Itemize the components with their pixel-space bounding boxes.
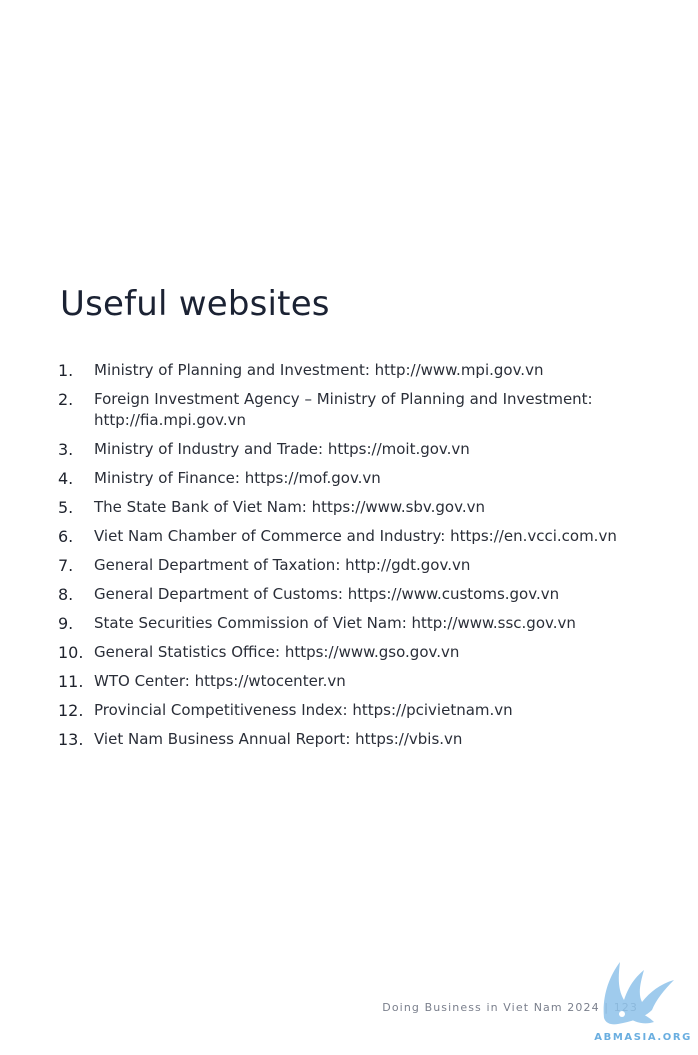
list-item-text: General Statistics Office: https://www.g… [94, 643, 460, 661]
list-item-number: 5. [58, 498, 74, 517]
list-item-number: 8. [58, 585, 74, 604]
list-item-number: 6. [58, 527, 74, 546]
list-item-number: 13. [58, 730, 84, 749]
bird-logo-icon [603, 962, 674, 1025]
watermark-text: ABMASIA.ORG [594, 1032, 692, 1043]
list-item-number: 9. [58, 614, 74, 633]
list-item: 11. WTO Center: https://wtocenter.vn [58, 671, 678, 692]
list-item-text: General Department of Customs: https://w… [94, 585, 560, 603]
list-item-number: 3. [58, 440, 74, 459]
list-item-text: The State Bank of Viet Nam: https://www.… [94, 498, 485, 516]
list-item: 1. Ministry of Planning and Investment: … [58, 360, 678, 381]
list-item: 7. General Department of Taxation: http:… [58, 555, 678, 576]
list-item-text: Ministry of Finance: https://mof.gov.vn [94, 469, 381, 487]
list-item-number: 2. [58, 390, 74, 409]
list-item-number: 12. [58, 701, 84, 720]
list-item: 3. Ministry of Industry and Trade: https… [58, 439, 678, 460]
watermark-logo: ABMASIA.ORG [594, 948, 694, 1043]
list-item-text: Provincial Competitiveness Index: https:… [94, 701, 513, 719]
list-item-text: General Department of Taxation: http://g… [94, 556, 471, 574]
list-item-text: Ministry of Industry and Trade: https://… [94, 440, 470, 458]
list-item-text: State Securities Commission of Viet Nam:… [94, 614, 576, 632]
list-item-text: Foreign Investment Agency – Ministry of … [94, 390, 593, 429]
page-title: Useful websites [60, 284, 330, 324]
websites-list: 1. Ministry of Planning and Investment: … [58, 360, 678, 758]
list-item-number: 10. [58, 643, 84, 662]
list-item: 10. General Statistics Office: https://w… [58, 642, 678, 663]
list-item: 6. Viet Nam Chamber of Commerce and Indu… [58, 526, 678, 547]
list-item: 9. State Securities Commission of Viet N… [58, 613, 678, 634]
list-item: 2. Foreign Investment Agency – Ministry … [58, 389, 678, 431]
list-item-text: WTO Center: https://wtocenter.vn [94, 672, 346, 690]
list-item-number: 11. [58, 672, 84, 691]
list-item: 12. Provincial Competitiveness Index: ht… [58, 700, 678, 721]
list-item: 13. Viet Nam Business Annual Report: htt… [58, 729, 678, 750]
list-item-number: 7. [58, 556, 74, 575]
list-item-text: Ministry of Planning and Investment: htt… [94, 361, 544, 379]
list-item-text: Viet Nam Business Annual Report: https:/… [94, 730, 463, 748]
list-item-text: Viet Nam Chamber of Commerce and Industr… [94, 527, 617, 545]
list-item: 5. The State Bank of Viet Nam: https://w… [58, 497, 678, 518]
list-item: 8. General Department of Customs: https:… [58, 584, 678, 605]
list-item-number: 4. [58, 469, 74, 488]
list-item-number: 1. [58, 361, 74, 380]
list-item: 4. Ministry of Finance: https://mof.gov.… [58, 468, 678, 489]
